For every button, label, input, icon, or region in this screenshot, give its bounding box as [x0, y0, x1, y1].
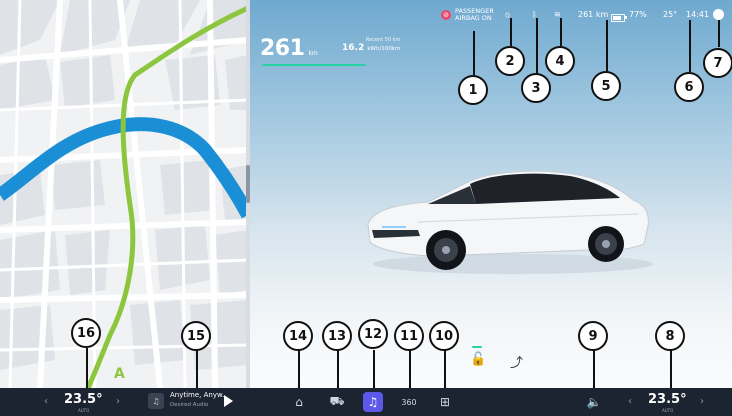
passenger-airbag-status: ⊘ PASSENGER AIRBAG ON — [441, 8, 501, 22]
callout-3: 3 — [521, 73, 551, 103]
music-app-icon[interactable]: ♫ — [363, 392, 383, 412]
callout-2: 2 — [495, 46, 525, 76]
range-display: 261 km — [260, 36, 318, 61]
outside-temperature: 25° — [663, 10, 678, 19]
callout-13: 13 — [322, 321, 352, 351]
range-value: 261 — [260, 36, 305, 61]
screen: A 🔓 ⤴ ⊘ PASSENGER AIRBAG ON ⦸ ᛒ ≋ 261 km… — [0, 0, 732, 416]
battery-percent: 77% — [629, 10, 647, 19]
airbag-icon: ⊘ — [441, 10, 451, 20]
callout-line-10 — [444, 350, 446, 390]
callout-line-3 — [536, 18, 538, 74]
range-bar — [262, 64, 366, 66]
album-art-icon[interactable]: ♫ — [148, 393, 164, 409]
callout-4: 4 — [545, 46, 575, 76]
left-temperature[interactable]: 23.5° AUTO — [64, 392, 103, 413]
play-icon[interactable] — [224, 395, 233, 407]
callout-14: 14 — [283, 321, 313, 351]
media-subtitle: Desired Audio — [170, 402, 209, 408]
range-unit: km — [308, 50, 318, 57]
callout-line-15 — [196, 350, 198, 392]
unlock-icon[interactable]: 🔓 — [470, 352, 486, 367]
callout-6: 6 — [674, 72, 704, 102]
callout-line-8 — [670, 350, 672, 392]
consumption-unit: kWh/100km — [367, 46, 401, 52]
callout-line-7 — [718, 20, 720, 47]
route-marker: A — [114, 366, 125, 382]
right-temp-down-button[interactable]: ‹ — [628, 396, 632, 407]
car-home-icon[interactable]: ⌂ — [289, 392, 309, 412]
callout-line-12 — [373, 350, 375, 390]
callout-7: 7 — [703, 48, 732, 78]
page-indicator — [472, 346, 482, 348]
right-temp-up-button[interactable]: › — [700, 396, 704, 407]
consumption-label: Recent 50 km — [365, 37, 401, 43]
callout-line-14 — [298, 350, 300, 390]
camera-360-icon[interactable]: 360 — [399, 392, 419, 412]
media-title[interactable]: Anytime, Anyw.. — [170, 391, 227, 399]
callout-line-4 — [560, 18, 562, 46]
callout-1: 1 — [458, 75, 488, 105]
left-temp-auto-label: AUTO — [78, 408, 90, 413]
callout-9: 9 — [578, 321, 608, 351]
callout-5: 5 — [591, 71, 621, 101]
callout-line-2 — [510, 18, 512, 46]
trunk-icon[interactable]: ⤴ — [510, 352, 523, 371]
callout-12: 12 — [358, 319, 388, 349]
callout-line-11 — [409, 350, 411, 390]
callout-10: 10 — [429, 321, 459, 351]
airbag-line2: AIRBAG ON — [455, 14, 492, 22]
callout-line-9 — [593, 350, 595, 392]
callout-11: 11 — [394, 321, 424, 351]
apps-grid-icon[interactable]: ⊞ — [435, 392, 455, 412]
map-graphic — [0, 0, 248, 388]
user-avatar-icon[interactable] — [713, 9, 724, 20]
callout-line-16 — [86, 348, 88, 392]
car-illustration[interactable] — [358, 152, 658, 282]
left-temp-up-button[interactable]: › — [116, 396, 120, 407]
navigation-map[interactable]: A — [0, 0, 248, 388]
right-temp-value: 23.5° — [648, 392, 687, 407]
callout-8: 8 — [655, 321, 685, 351]
consumption-display: Recent 50 km 16.2 kWh/100km — [342, 37, 400, 53]
callout-line-13 — [337, 350, 339, 390]
consumption-value: 16.2 — [342, 43, 365, 53]
volume-icon[interactable]: 🔈 — [584, 392, 604, 412]
callout-15: 15 — [181, 321, 211, 351]
battery-icon — [611, 13, 627, 22]
callout-16: 16 — [71, 318, 101, 348]
callout-line-5 — [606, 20, 608, 72]
callout-line-1 — [473, 31, 475, 75]
left-temp-down-button[interactable]: ‹ — [44, 396, 48, 407]
callout-line-6 — [689, 20, 691, 72]
clock: 14:41 — [686, 10, 710, 19]
right-temp-auto-label: AUTO — [662, 408, 674, 413]
range-status: 261 km — [578, 10, 609, 19]
left-temp-value: 23.5° — [64, 392, 103, 407]
right-temperature[interactable]: 23.5° AUTO — [648, 392, 687, 413]
vehicle-settings-icon[interactable]: ⛟ — [327, 392, 347, 412]
